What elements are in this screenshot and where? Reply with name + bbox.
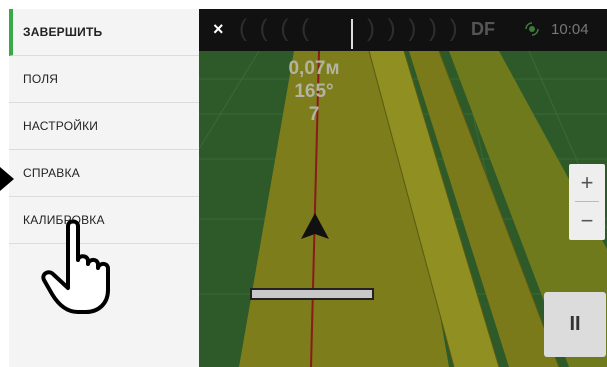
lightbar: ( ( ( ( ) ) ) ) ) xyxy=(239,15,479,49)
clock-time: 10:04 xyxy=(551,21,589,38)
menu-item-help[interactable]: СПРАВКА xyxy=(9,150,199,197)
lightbar-center-mark xyxy=(351,19,353,49)
heading-value: 165° xyxy=(294,81,334,102)
menu-item-fields[interactable]: ПОЛЯ xyxy=(9,56,199,103)
line-number-value: 7 xyxy=(308,104,320,125)
mode-label: DF xyxy=(471,19,495,39)
zoom-divider xyxy=(575,201,599,202)
menu-item-finish[interactable]: ЗАВЕРШИТЬ xyxy=(9,9,199,56)
lightbar-left: ( ( ( ( xyxy=(239,15,312,42)
zoom-control: + − xyxy=(569,164,605,240)
implement-bar xyxy=(250,288,374,300)
top-status-bar: × ( ( ( ( ) ) ) ) ) DF 10:04 xyxy=(199,9,607,51)
zoom-in-button[interactable]: + xyxy=(569,165,605,201)
guidance-readout: 0,07м 165° 7 xyxy=(269,57,359,126)
pause-button[interactable]: II xyxy=(544,292,606,357)
menu-item-settings[interactable]: НАСТРОЙКИ xyxy=(9,103,199,150)
zoom-out-button[interactable]: − xyxy=(569,203,605,239)
satellite-icon xyxy=(525,22,539,36)
offset-value: 0,07м xyxy=(288,58,340,79)
close-menu-button[interactable]: × xyxy=(213,19,224,40)
pointing-hand-icon xyxy=(41,219,110,314)
guidance-map[interactable]: 0,07м 165° 7 + − II xyxy=(198,9,607,367)
pointer-arrow-icon xyxy=(0,167,14,191)
lightbar-right: ) ) ) ) ) xyxy=(367,15,461,42)
